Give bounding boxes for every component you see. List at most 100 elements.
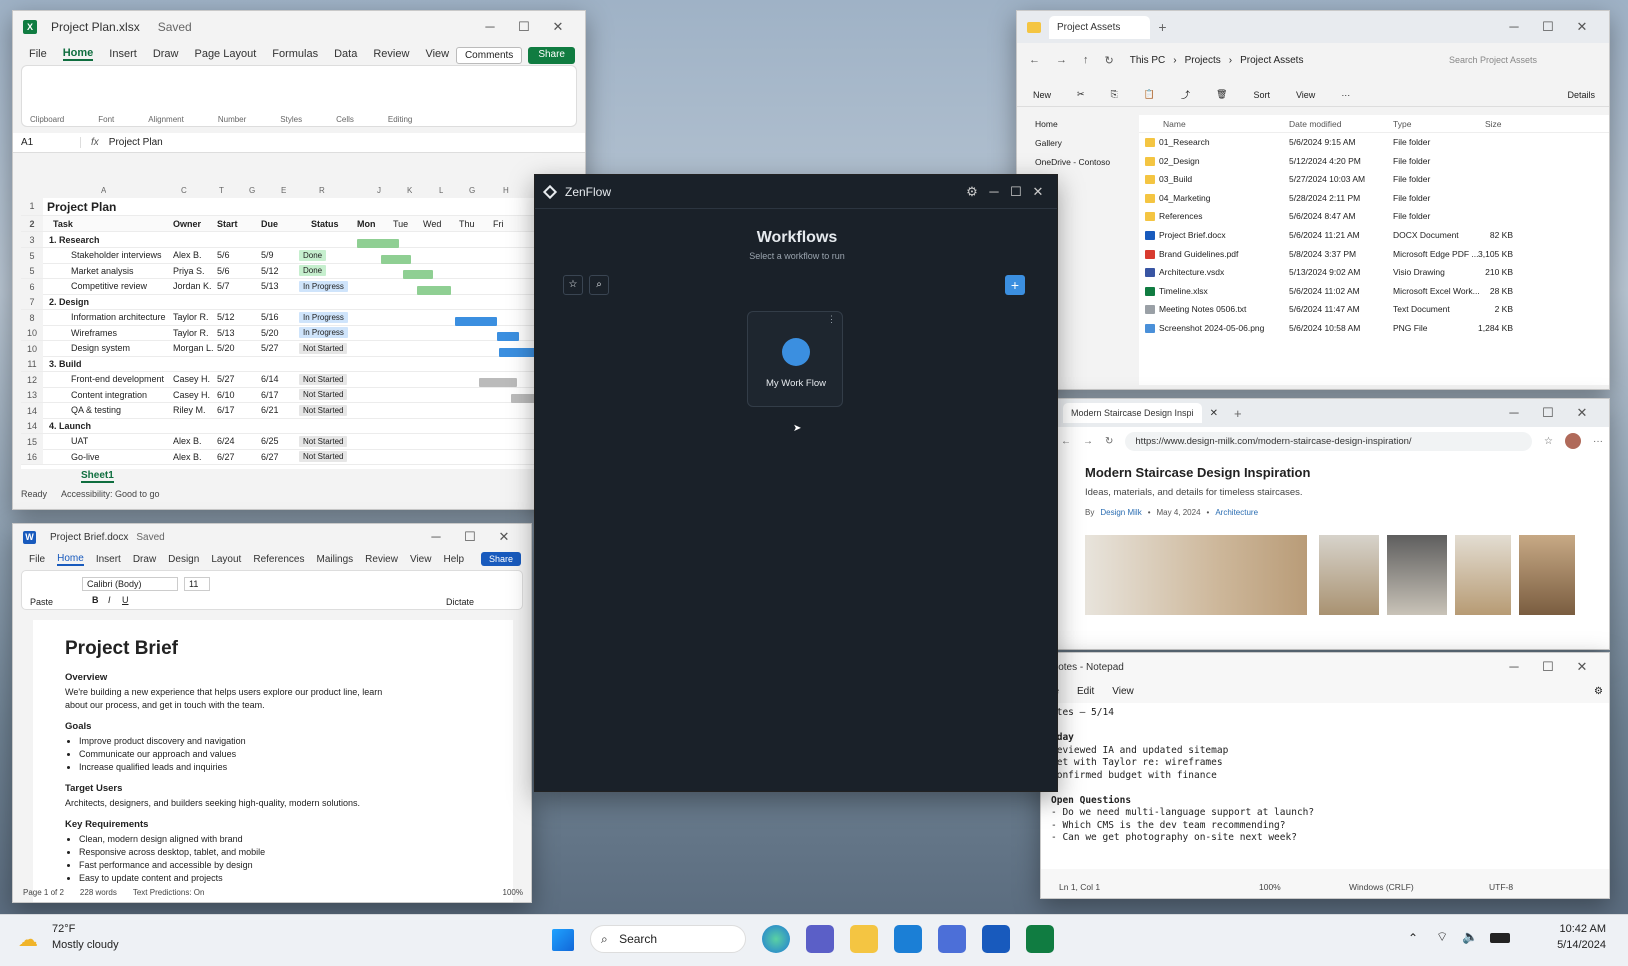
favorites-icon[interactable]: ☆: [563, 275, 583, 295]
new-button[interactable]: New: [1033, 90, 1051, 100]
battery-icon[interactable]: [1490, 933, 1510, 943]
cells-group[interactable]: Cells: [336, 115, 354, 124]
excel-menu-item[interactable]: View: [425, 48, 449, 60]
file-row[interactable]: 03_Build 5/27/2024 10:03 AM File folder: [1139, 170, 1609, 189]
table-row[interactable]: 5 Stakeholder interviews Alex B. 5/6 5/9 Done: [21, 247, 581, 264]
task-cell[interactable]: Information architecture: [71, 312, 166, 322]
new-tab-icon[interactable]: +: [1234, 406, 1242, 421]
status-badge[interactable]: Not Started: [299, 451, 348, 462]
font-select[interactable]: Calibri (Body): [82, 577, 178, 591]
status-badge[interactable]: Not Started: [299, 373, 348, 385]
header-status[interactable]: Status: [311, 219, 339, 229]
start-icon[interactable]: [552, 929, 574, 951]
task-cell[interactable]: Design system: [71, 343, 130, 353]
word-menu-item[interactable]: Help: [443, 554, 464, 565]
due-cell[interactable]: 6/21: [261, 405, 279, 415]
status-badge[interactable]: Not Started: [299, 404, 348, 416]
minimize-icon[interactable]: ─: [1497, 19, 1531, 35]
settings-icon[interactable]: ⚙: [1594, 686, 1603, 697]
teams-icon[interactable]: [806, 925, 834, 953]
close-icon[interactable]: ✕: [487, 529, 521, 545]
address-bar[interactable]: https://www.design-milk.com/modern-stair…: [1125, 431, 1533, 451]
minimize-icon[interactable]: ─: [473, 19, 507, 35]
notepad-text-area[interactable]: otes — 5/14 oday Reviewed IA and updated s…: [1041, 703, 1609, 869]
section-label[interactable]: 3. Build: [49, 359, 82, 369]
calendar-icon[interactable]: [938, 925, 966, 953]
file-row[interactable]: Timeline.xlsx 5/6/2024 11:02 AM Microsoft …: [1139, 282, 1609, 301]
table-row[interactable]: 11 3. Build: [21, 356, 581, 372]
menu-view[interactable]: View: [1112, 686, 1134, 697]
word-saved-status[interactable]: Saved: [136, 532, 164, 543]
dictate-button[interactable]: Dictate: [446, 597, 474, 607]
due-cell[interactable]: 6/14: [261, 374, 279, 384]
search-icon[interactable]: ⌕: [589, 275, 609, 295]
header-due[interactable]: Due: [261, 219, 278, 229]
table-row[interactable]: 6 Competitive review Jordan K. 5/7 5/13 In Pr…: [21, 278, 581, 295]
file-row[interactable]: Screenshot 2024-05-06.png 5/6/2024 10:58 …: [1139, 319, 1609, 338]
row-number[interactable]: 10: [21, 325, 43, 340]
mail-icon[interactable]: [894, 925, 922, 953]
task-cell[interactable]: UAT: [71, 436, 88, 446]
browser-tab[interactable]: Modern Staircase Design Inspi: [1063, 403, 1202, 423]
close-icon[interactable]: ✕: [1565, 405, 1599, 421]
status-badge[interactable]: In Progress: [299, 311, 348, 323]
paste-button[interactable]: Paste: [30, 597, 53, 607]
col-size[interactable]: Size: [1485, 119, 1502, 129]
minimize-icon[interactable]: ─: [1497, 405, 1531, 421]
maximize-icon[interactable]: ☐: [1531, 405, 1565, 421]
crumb-this-pc[interactable]: This PC: [1130, 55, 1166, 66]
table-row[interactable]: 15 UAT Alex B. 6/24 6/25 Not Started: [21, 433, 581, 450]
styles-group[interactable]: Styles: [280, 115, 302, 124]
owner-cell[interactable]: Alex B.: [173, 452, 202, 462]
task-cell[interactable]: Front-end development: [71, 374, 164, 384]
col-date[interactable]: Date modified: [1289, 119, 1341, 129]
edge-icon[interactable]: [762, 925, 790, 953]
weather-temp[interactable]: 72°F: [52, 923, 75, 935]
table-row[interactable]: 16 Go-live Alex B. 6/27 6/27 Not Started: [21, 449, 581, 465]
header-task[interactable]: Task: [53, 219, 73, 229]
close-icon[interactable]: ✕: [1565, 659, 1599, 675]
word-menu-item[interactable]: Mailings: [316, 554, 353, 565]
row-number[interactable]: 13: [21, 387, 43, 402]
editing-group[interactable]: Editing: [388, 115, 412, 124]
start-cell[interactable]: 5/12: [217, 312, 235, 322]
task-cell[interactable]: Wireframes: [71, 328, 117, 338]
article-category[interactable]: Architecture: [1215, 508, 1258, 517]
status-badge[interactable]: In Progress: [299, 280, 348, 292]
clipboard-group[interactable]: Clipboard: [30, 115, 64, 124]
nav-item[interactable]: OneDrive - Contoso: [1017, 153, 1135, 172]
staircase-image[interactable]: [1519, 535, 1575, 615]
owner-cell[interactable]: Taylor R.: [173, 328, 209, 338]
word-icon[interactable]: [982, 925, 1010, 953]
excel-menu-item[interactable]: Home: [62, 47, 94, 61]
file-row[interactable]: 04_Marketing 5/28/2024 2:11 PM File folder: [1139, 189, 1609, 208]
section-label[interactable]: 4. Launch: [49, 421, 91, 431]
start-cell[interactable]: 5/27: [217, 374, 235, 384]
page-count[interactable]: Page 1 of 2: [23, 888, 64, 897]
excel-icon[interactable]: [1026, 925, 1054, 953]
file-row[interactable]: Project Brief.docx 5/6/2024 11:21 AM DOCX …: [1139, 226, 1609, 245]
weather-icon[interactable]: ☁: [18, 927, 38, 952]
start-cell[interactable]: 5/6: [217, 266, 230, 276]
col-name[interactable]: Name: [1163, 119, 1186, 129]
start-cell[interactable]: 6/27: [217, 452, 235, 462]
back-icon[interactable]: ←: [1029, 54, 1040, 66]
alignment-group[interactable]: Alignment: [148, 115, 184, 124]
task-cell[interactable]: Market analysis: [71, 266, 134, 276]
task-cell[interactable]: Competitive review: [71, 281, 147, 291]
staircase-image[interactable]: [1455, 535, 1511, 615]
minimize-icon[interactable]: ─: [419, 529, 453, 545]
menu-edit[interactable]: Edit: [1077, 686, 1094, 697]
table-row[interactable]: 7 2. Design: [21, 294, 581, 310]
status-badge[interactable]: Not Started: [299, 342, 348, 354]
row-number[interactable]: 16: [21, 449, 43, 464]
tab-close-icon[interactable]: ✕: [1210, 408, 1218, 419]
task-cell[interactable]: Go-live: [71, 452, 100, 462]
start-cell[interactable]: 5/13: [217, 328, 235, 338]
header-start[interactable]: Start: [217, 219, 238, 229]
file-explorer-icon[interactable]: [850, 925, 878, 953]
row-number[interactable]: 8: [21, 309, 43, 325]
clock-date[interactable]: 5/14/2024: [1557, 939, 1606, 951]
word-menu-item[interactable]: File: [29, 554, 45, 565]
word-menu-item[interactable]: View: [410, 554, 432, 565]
